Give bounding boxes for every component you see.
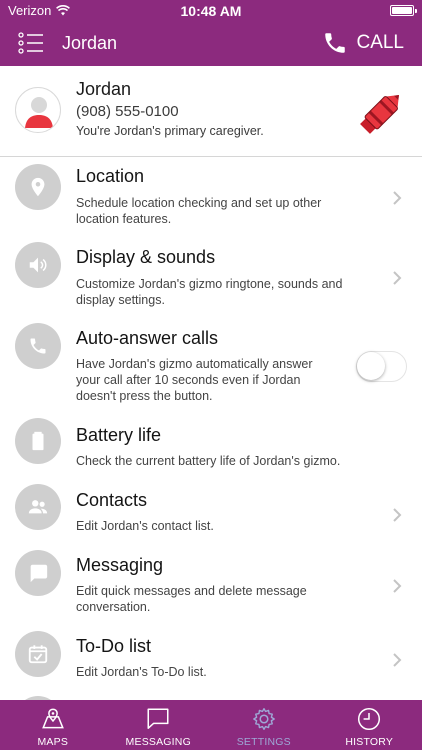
phone-icon (325, 33, 346, 53)
settings-item-title: Location (76, 166, 145, 186)
tab-label: SETTINGS (236, 736, 291, 748)
map-icon (41, 708, 64, 729)
tab-label: MESSAGING (125, 736, 191, 748)
calendar-check-icon (15, 631, 61, 677)
contacts-icon (15, 484, 61, 530)
call-button[interactable]: CALL (322, 30, 404, 56)
gear-icon (252, 708, 275, 730)
settings-item-title: Messaging (76, 555, 164, 575)
settings-item-messaging[interactable]: Messaging Edit quick messages and delete… (0, 548, 422, 629)
battery-icon (15, 418, 61, 464)
person-icon (25, 97, 53, 128)
settings-item-auto-answer: Auto-answer calls Have Jordan's gizmo au… (0, 319, 422, 415)
app-header: Verizon 10:48 AM Jordan CALL (0, 0, 422, 66)
settings-item-todo-list[interactable]: To-Do list Edit Jordan's To-Do list. (0, 629, 422, 697)
avatar (15, 87, 61, 133)
battery-icon (390, 5, 417, 16)
status-time: 10:48 AM (180, 3, 242, 19)
tab-label: MAPS (37, 736, 69, 748)
settings-item-contacts[interactable]: Contacts Edit Jordan's contact list. (0, 483, 422, 548)
settings-item-description: Customize Jordan's gizmo ringtone, sound… (76, 277, 343, 307)
nav-bar: Jordan CALL (0, 22, 422, 66)
chevron-right-icon (393, 653, 402, 667)
settings-item-description: Edit Jordan's contact list. (76, 519, 214, 533)
tab-maps[interactable]: MAPS (0, 700, 106, 750)
crayon-icon[interactable] (356, 86, 408, 138)
settings-item-title: Battery life (76, 425, 162, 445)
status-bar: Verizon 10:48 AM (0, 0, 422, 22)
toggle-knob (357, 352, 385, 380)
profile-phone: (908) 555-0100 (76, 103, 179, 120)
settings-item-description: Edit quick messages and delete message c… (76, 584, 307, 614)
settings-item-title: To-Do list (76, 636, 152, 656)
tab-history[interactable]: HISTORY (317, 700, 422, 750)
settings-item-display-sounds[interactable]: Display & sounds Customize Jordan's gizm… (0, 238, 422, 319)
profile-card[interactable]: Jordan (908) 555-0100 You're Jordan's pr… (0, 66, 422, 157)
phone-icon (15, 323, 61, 369)
settings-item-battery-life[interactable]: Battery life Check the current battery l… (0, 415, 422, 483)
settings-item-description: Edit Jordan's To-Do list. (76, 665, 207, 679)
chevron-right-icon (393, 579, 402, 593)
clock-icon (358, 707, 381, 731)
call-label: CALL (356, 32, 404, 53)
settings-item-title: Auto-answer calls (76, 328, 219, 348)
message-icon (147, 708, 169, 729)
chevron-right-icon (393, 508, 402, 522)
chevron-right-icon (393, 191, 402, 205)
settings-item-description: Check the current battery life of Jordan… (76, 454, 341, 468)
message-icon (15, 550, 61, 596)
profile-caregiver-note: You're Jordan's primary caregiver. (76, 124, 264, 138)
tab-label: HISTORY (345, 736, 394, 748)
settings-item-title: Display & sounds (76, 247, 216, 267)
auto-answer-toggle[interactable] (356, 351, 407, 382)
settings-item-title: Contacts (76, 490, 148, 510)
menu-icon[interactable] (18, 32, 44, 54)
chevron-right-icon (393, 271, 402, 285)
profile-name: Jordan (76, 79, 132, 99)
settings-item-description: Have Jordan's gizmo automatically answer… (76, 357, 313, 403)
tab-bar: MAPS MESSAGING SETTINGS HISTORY (0, 700, 422, 750)
speaker-icon (15, 242, 61, 288)
settings-item-description: Schedule location checking and set up ot… (76, 196, 322, 226)
settings-item-location[interactable]: Location Schedule location checking and … (0, 157, 422, 238)
location-icon (15, 164, 61, 210)
tab-settings[interactable]: SETTINGS (211, 700, 317, 750)
page-title: Jordan (62, 33, 118, 53)
tab-messaging[interactable]: MESSAGING (106, 700, 212, 750)
